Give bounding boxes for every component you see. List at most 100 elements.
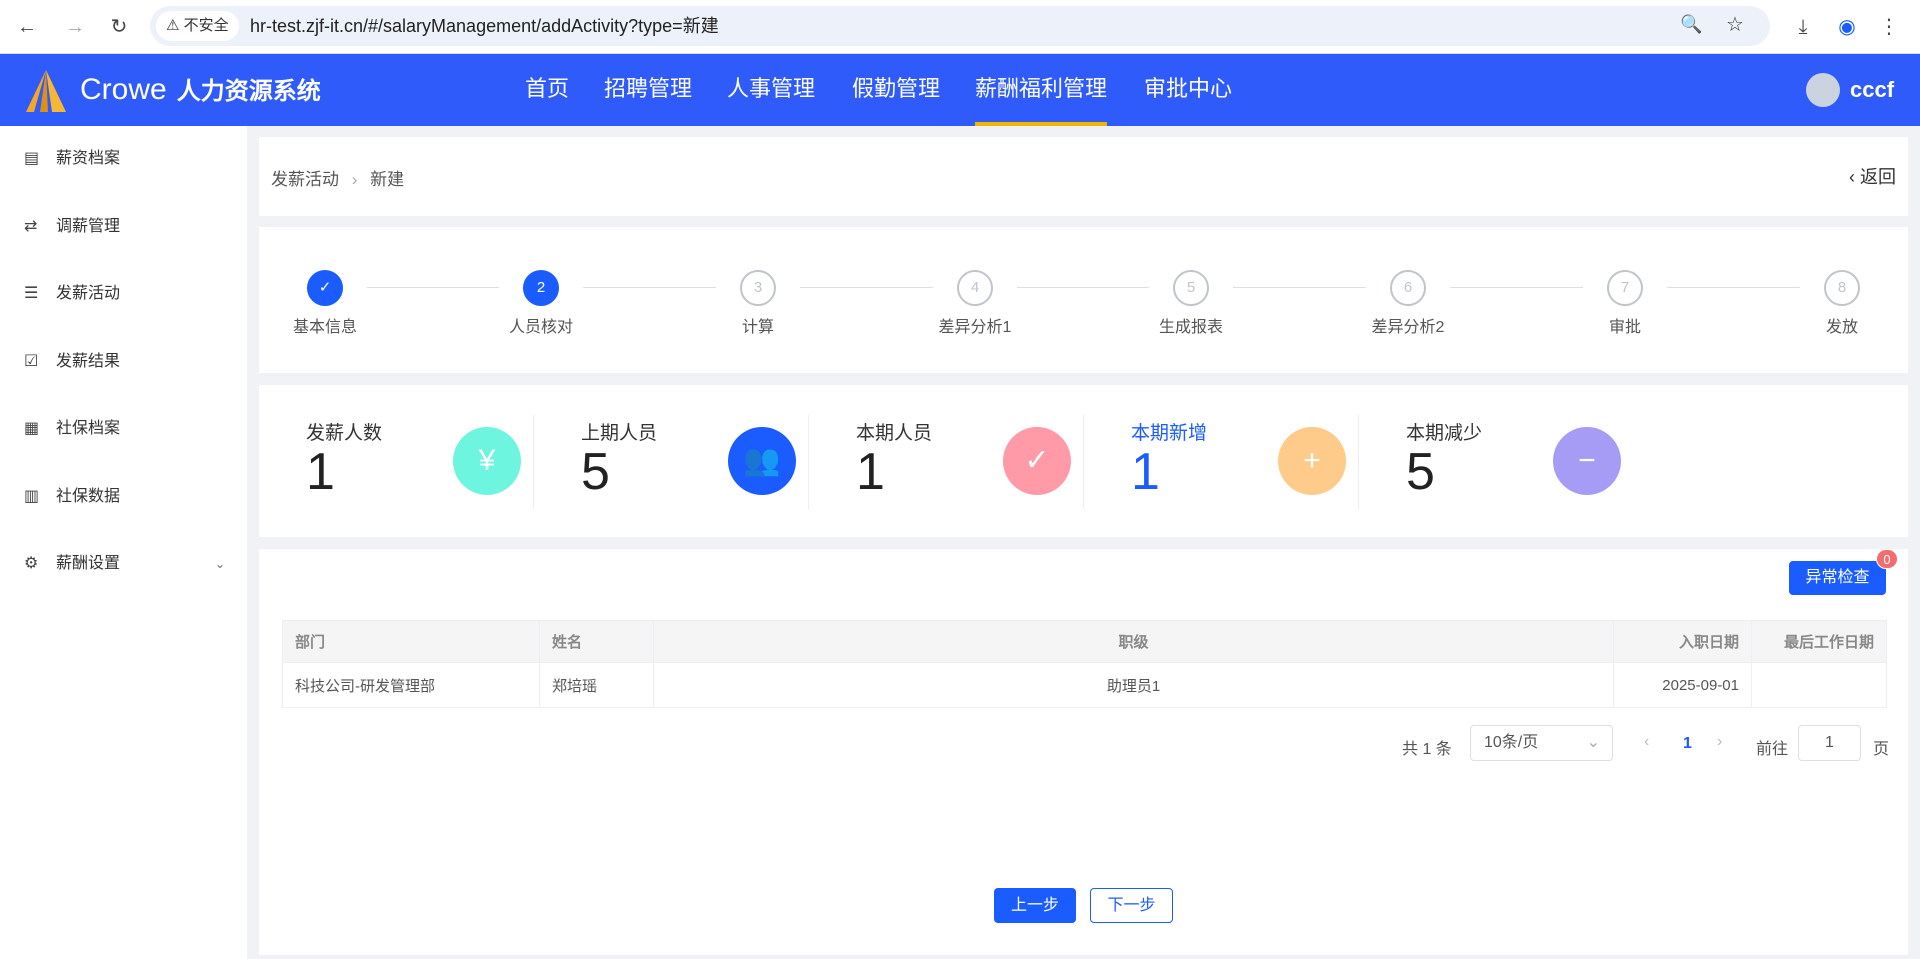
user-stat-icon: ¥ [453, 427, 521, 495]
breadcrumb-current: 新建 [370, 170, 405, 189]
sidebar-item-label: 社保档案 [56, 420, 121, 437]
browser-toolbar: ← → ↻ ⚠ 不安全 hr-test.zjf-it.cn/#/salaryMa… [0, 0, 1920, 54]
breadcrumb-parent[interactable]: 发薪活动 [271, 170, 339, 189]
sidebar: ▤ 薪资档案 ⇄ 调薪管理 ☰ 发薪活动 ☑ 发薪结果 ▦ 社保档案 ▥ 社保数据 ⚙ 薪酬设置 ⌄ [0, 126, 247, 959]
prev-page-icon[interactable]: ‹ [1644, 733, 1649, 751]
stat-divider [1083, 415, 1084, 509]
profile-icon[interactable]: ◉ [1832, 12, 1862, 42]
stat-label: 上期人员 [581, 423, 658, 444]
step-connector [1667, 287, 1800, 288]
step-label: 生成报表 [1158, 319, 1223, 336]
security-indicator[interactable]: ⚠ 不安全 [156, 11, 239, 41]
column-header[interactable]: 部门 [282, 620, 540, 663]
sidebar-item[interactable]: ☰ 发薪活动 [0, 269, 247, 319]
nav-item[interactable]: 审批中心 [1144, 54, 1232, 126]
nav-item[interactable]: 首页 [525, 54, 569, 126]
step-circle[interactable]: 6 [1390, 270, 1426, 306]
column-header[interactable]: 职级 [653, 620, 1614, 663]
page-number[interactable]: 1 [1683, 735, 1692, 753]
star-icon[interactable]: ☆ [1726, 12, 1744, 37]
anomaly-count-badge: 0 [1876, 549, 1898, 569]
forward-icon[interactable]: → [60, 12, 90, 42]
prev-step-button[interactable]: 上一步 [994, 888, 1076, 923]
chevron-left-icon: ‹ [1849, 167, 1860, 187]
step-connector [800, 287, 933, 288]
sidebar-item[interactable]: ⇄ 调薪管理 [0, 202, 247, 252]
goto-label: 前往 [1756, 741, 1789, 758]
stat-value: 1 [1131, 443, 1160, 501]
check-icon[interactable]: ✓ [307, 270, 343, 306]
step-circle[interactable]: 2 [523, 270, 559, 306]
exchange-icon: ⇄ [24, 217, 38, 235]
step-circle[interactable]: 8 [1824, 270, 1860, 306]
sidebar-item[interactable]: ▥ 社保数据 [0, 472, 247, 522]
anomaly-check-button[interactable]: 异常检查 [1789, 561, 1886, 595]
next-step-label: 下一步 [1107, 897, 1156, 914]
step-label: 审批 [1608, 319, 1641, 336]
back-icon[interactable]: ← [12, 12, 42, 42]
user-stat-icon: 👥 [728, 427, 796, 495]
sidebar-item[interactable]: ▤ 薪资档案 [0, 134, 247, 184]
document-icon: ▤ [24, 150, 40, 167]
user-stat-icon: + [1278, 427, 1346, 495]
nav-item[interactable]: 假勤管理 [852, 54, 940, 126]
bar-chart-icon: ▥ [24, 487, 40, 505]
step-circle[interactable]: 3 [740, 270, 776, 306]
anomaly-check-label: 异常检查 [1805, 569, 1870, 586]
download-icon[interactable]: ⤓ [1788, 12, 1818, 42]
step-label: 差异分析1 [938, 319, 1012, 336]
menu-icon[interactable]: ⋮ [1874, 12, 1904, 42]
sidebar-item-label: 调薪管理 [56, 217, 121, 235]
stat-label: 本期人员 [856, 423, 933, 444]
step-label: 差异分析2 [1371, 319, 1445, 336]
page-size-select[interactable]: 10条/页 ⌄ [1470, 725, 1613, 761]
step-label: 基本信息 [292, 319, 357, 336]
sidebar-item-label: 发薪活动 [56, 285, 121, 302]
sidebar-item[interactable]: ▦ 社保档案 [0, 404, 247, 454]
chevron-right-icon: › [351, 170, 358, 189]
step-connector [1233, 287, 1366, 288]
step-connector [1017, 287, 1149, 288]
step-circle[interactable]: 7 [1607, 270, 1643, 306]
sidebar-item[interactable]: ⚙ 薪酬设置 ⌄ [0, 539, 247, 589]
avatar[interactable] [1806, 73, 1840, 107]
zoom-icon[interactable]: 🔍 [1680, 14, 1702, 35]
data-table: 部门 姓名 职级 入职日期 最后工作日期 科技公司-研发管理部 郑培瑶 助理员1 2025-09… [282, 620, 1887, 708]
next-step-button[interactable]: 下一步 [1090, 888, 1173, 923]
nav-item[interactable]: 人事管理 [727, 54, 815, 126]
sidebar-item[interactable]: ☑ 发薪结果 [0, 337, 247, 387]
table-cell: 郑培瑶 [539, 662, 654, 708]
next-page-icon[interactable]: › [1717, 733, 1722, 751]
stat-value: 5 [1406, 443, 1435, 501]
breadcrumb: 发薪活动 › 新建 [271, 165, 404, 190]
prev-step-label: 上一步 [1010, 897, 1059, 914]
step-circle[interactable]: 4 [957, 270, 993, 306]
step-circle[interactable]: 5 [1173, 270, 1209, 306]
grid-icon: ▦ [24, 420, 40, 437]
back-label: 返回 [1860, 167, 1896, 187]
url-text[interactable]: hr-test.zjf-it.cn/#/salaryManagement/add… [250, 6, 719, 46]
nav-item[interactable]: 薪酬福利管理 [975, 54, 1108, 126]
crowe-logo-icon [26, 70, 66, 112]
table-row[interactable]: 科技公司-研发管理部 郑培瑶 助理员1 2025-09-01 [282, 662, 1887, 708]
back-button[interactable]: ‹ 返回 [1849, 163, 1896, 189]
column-header[interactable]: 入职日期 [1613, 620, 1752, 663]
address-bar[interactable]: ⚠ 不安全 hr-test.zjf-it.cn/#/salaryManageme… [150, 6, 1770, 46]
clipboard-check-icon: ☑ [24, 352, 39, 370]
reload-icon[interactable]: ↻ [104, 12, 134, 42]
column-header[interactable]: 最后工作日期 [1751, 620, 1887, 663]
column-header[interactable]: 姓名 [539, 620, 654, 663]
user-stat-icon: ✓ [1003, 427, 1071, 495]
nav-item[interactable]: 招聘管理 [604, 54, 692, 126]
goto-page-input[interactable] [1798, 725, 1861, 761]
page-size-value: 10条/页 [1484, 734, 1539, 751]
stat-divider [1358, 415, 1359, 509]
step-connector [367, 287, 499, 288]
list-icon: ☰ [24, 285, 39, 302]
stat-label: 本期减少 [1406, 423, 1483, 444]
username[interactable]: cccf [1850, 72, 1894, 108]
stat-divider [533, 415, 534, 509]
total-count: 共 1 条 [1402, 741, 1452, 758]
security-label: 不安全 [183, 17, 229, 34]
chevron-down-icon: ⌄ [214, 557, 225, 571]
